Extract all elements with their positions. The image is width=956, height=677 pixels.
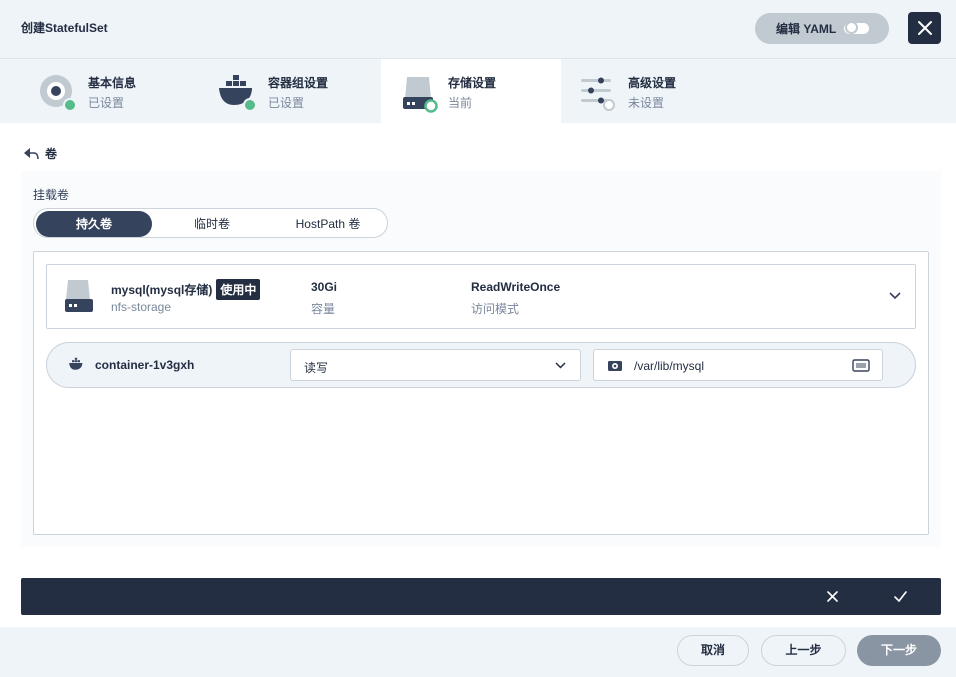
chevron-down-icon xyxy=(889,292,901,300)
tab-persistent-volume[interactable]: 持久卷 xyxy=(36,211,152,237)
storage-class: nfs-storage xyxy=(111,300,172,314)
storage-icon xyxy=(403,77,438,113)
step-container-settings[interactable]: 容器组设置 已设置 xyxy=(180,59,360,124)
step-label: 容器组设置 xyxy=(268,76,329,90)
page-title: 创建StatefulSet xyxy=(21,21,108,35)
docker-icon xyxy=(219,75,256,112)
mount-volume-label: 挂载卷 xyxy=(33,188,70,202)
step-storage-settings[interactable]: 存储设置 当前 xyxy=(381,59,561,124)
step-label: 存储设置 xyxy=(448,76,497,90)
chevron-down-icon xyxy=(555,362,566,369)
volume-list: mysql(mysql存储) 使用中 nfs-storage 30Gi 容量 R… xyxy=(33,251,929,535)
mount-path-value: /var/lib/mysql xyxy=(634,359,705,373)
step-navigation: 基本信息 已设置 容器组设置 已设置 存储设置 当前 高级设置 未设置 xyxy=(0,58,956,124)
step-status: 已设置 xyxy=(88,96,125,110)
storage-icon xyxy=(65,280,93,312)
mount-path-input[interactable]: /var/lib/mysql xyxy=(593,349,883,381)
modal-footer: 取消 上一步 下一步 xyxy=(0,627,956,677)
back-label: 卷 xyxy=(45,147,58,161)
toggle-switch[interactable] xyxy=(844,21,869,34)
close-icon xyxy=(917,21,932,35)
step-status: 当前 xyxy=(448,96,473,110)
volume-panel: 挂载卷 持久卷 临时卷 HostPath 卷 mysql(mysql存储) 使用… xyxy=(21,171,941,547)
action-bar xyxy=(21,578,941,615)
volume-name-row: mysql(mysql存储) 使用中 xyxy=(111,279,261,300)
edit-yaml-label: 编辑 YAML xyxy=(776,22,837,36)
status-badge: 使用中 xyxy=(216,279,261,300)
step-label: 高级设置 xyxy=(628,76,677,90)
access-mode-label: 访问模式 xyxy=(471,302,520,316)
tab-hostpath-volume[interactable]: HostPath 卷 xyxy=(270,211,386,237)
next-step-button[interactable]: 下一步 xyxy=(857,635,941,666)
main-content: 卷 挂载卷 持久卷 临时卷 HostPath 卷 mysql(mysql存储) … xyxy=(0,123,956,627)
disk-icon xyxy=(608,361,622,371)
container-name: container-1v3gxh xyxy=(95,358,195,372)
step-basic-info[interactable]: 基本信息 已设置 xyxy=(0,59,180,124)
docker-icon xyxy=(69,357,83,370)
capacity-label: 容量 xyxy=(311,302,336,316)
select-value: 读写 xyxy=(304,361,329,375)
access-mode-value: ReadWriteOnce xyxy=(471,280,561,294)
tab-temporary-volume[interactable]: 临时卷 xyxy=(154,211,270,237)
previous-step-button[interactable]: 上一步 xyxy=(761,635,846,666)
cancel-icon[interactable] xyxy=(827,591,838,602)
mount-row: container-1v3gxh 读写 /var/lib/mysql xyxy=(46,342,916,388)
back-link[interactable]: 卷 xyxy=(23,145,57,162)
cancel-button[interactable]: 取消 xyxy=(677,635,749,666)
step-status: 未设置 xyxy=(628,96,665,110)
read-write-select[interactable]: 读写 xyxy=(290,349,581,381)
close-button[interactable] xyxy=(908,12,941,44)
volume-card[interactable]: mysql(mysql存储) 使用中 nfs-storage 30Gi 容量 R… xyxy=(46,264,916,329)
sliders-icon xyxy=(581,77,615,111)
back-arrow-icon xyxy=(24,147,39,159)
confirm-check-icon[interactable] xyxy=(894,591,907,602)
capacity-value: 30Gi xyxy=(311,280,338,294)
step-label: 基本信息 xyxy=(88,76,137,90)
volume-type-tabs: 持久卷 临时卷 HostPath 卷 xyxy=(33,208,388,238)
edit-yaml-toggle[interactable]: 编辑 YAML xyxy=(755,13,889,44)
modal-header: 创建StatefulSet 编辑 YAML xyxy=(0,0,956,58)
step-status: 已设置 xyxy=(268,96,305,110)
step-advanced-settings[interactable]: 高级设置 未设置 xyxy=(561,59,741,124)
disc-icon xyxy=(40,75,76,112)
volume-name: mysql(mysql存储) xyxy=(111,283,213,297)
terminal-icon xyxy=(852,359,870,372)
